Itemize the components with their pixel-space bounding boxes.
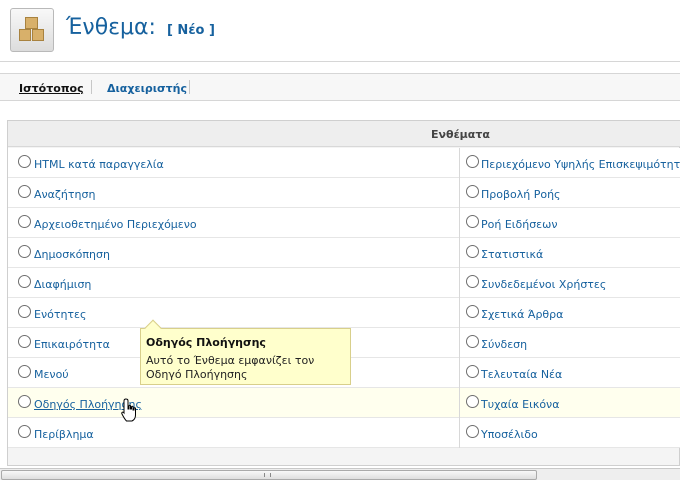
- radio-button[interactable]: [18, 425, 31, 438]
- radio-button[interactable]: [466, 425, 479, 438]
- radio-button[interactable]: [18, 185, 31, 198]
- tooltip-body: Αυτό το Ένθεμα εμφανίζει τον Οδηγό Πλοήγ…: [146, 354, 315, 381]
- radio-button[interactable]: [466, 305, 479, 318]
- radio-button[interactable]: [466, 395, 479, 408]
- module-option[interactable]: Τελευταία Νέα: [460, 358, 680, 388]
- module-row: Αναζήτηση Προβολή Ροής: [8, 178, 680, 208]
- module-label[interactable]: Διαφήμιση: [34, 278, 91, 291]
- tab-bar: Ιστότοπος Διαχειριστής: [0, 73, 680, 101]
- module-row-highlighted: Οδηγός Πλοήγησης Τυχαία Εικόνα: [8, 388, 680, 418]
- scrollbar-thumb[interactable]: [1, 470, 537, 480]
- radio-button[interactable]: [466, 185, 479, 198]
- radio-button[interactable]: [18, 215, 31, 228]
- module-label[interactable]: Αναζήτηση: [34, 188, 95, 201]
- module-manager-icon: [10, 8, 54, 52]
- module-option[interactable]: Ενότητες: [8, 298, 460, 328]
- module-option[interactable]: Περιεχόμενο Υψηλής Επισκεψιμότητας: [460, 148, 680, 178]
- radio-button[interactable]: [18, 275, 31, 288]
- radio-button[interactable]: [18, 395, 31, 408]
- radio-button[interactable]: [466, 215, 479, 228]
- module-option[interactable]: Τυχαία Εικόνα: [460, 388, 680, 418]
- module-label[interactable]: Αρχειοθετημένο Περιεχόμενο: [34, 218, 197, 231]
- radio-button[interactable]: [466, 245, 479, 258]
- module-row: HTML κατά παραγγελία Περιεχόμενο Υψηλής …: [8, 148, 680, 178]
- module-option[interactable]: HTML κατά παραγγελία: [8, 148, 460, 178]
- panel-header-title: Ενθέματα: [431, 128, 490, 141]
- module-option[interactable]: Σχετικά Άρθρα: [460, 298, 680, 328]
- hand-cursor-icon: [121, 398, 136, 422]
- tab-site[interactable]: Ιστότοπος: [19, 82, 84, 95]
- module-option[interactable]: Ροή Ειδήσεων: [460, 208, 680, 238]
- module-label[interactable]: Στατιστικά: [481, 248, 543, 261]
- module-option[interactable]: Δημοσκόπηση: [8, 238, 460, 268]
- page-title: Ένθεμα: [ Νέο ]: [66, 15, 215, 40]
- module-option[interactable]: Συνδεδεμένοι Χρήστες: [460, 268, 680, 298]
- radio-button[interactable]: [18, 245, 31, 258]
- radio-button[interactable]: [466, 155, 479, 168]
- module-label[interactable]: Ροή Ειδήσεων: [481, 218, 557, 231]
- module-label[interactable]: Προβολή Ροής: [481, 188, 561, 201]
- module-option[interactable]: Οδηγός Πλοήγησης: [8, 388, 460, 418]
- module-row: Διαφήμιση Συνδεδεμένοι Χρήστες: [8, 268, 680, 298]
- module-option[interactable]: Αναζήτηση: [8, 178, 460, 208]
- radio-button[interactable]: [18, 335, 31, 348]
- scrollbar-grip-icon: [264, 473, 271, 477]
- module-label[interactable]: Συνδεδεμένοι Χρήστες: [481, 278, 606, 291]
- horizontal-scrollbar[interactable]: [0, 468, 680, 480]
- module-label[interactable]: Τελευταία Νέα: [481, 368, 562, 381]
- module-row: Περίβλημα Υποσέλιδο: [8, 418, 680, 448]
- module-label[interactable]: Υποσέλιδο: [481, 428, 538, 441]
- module-label[interactable]: Τυχαία Εικόνα: [481, 398, 559, 411]
- radio-button[interactable]: [466, 275, 479, 288]
- module-label[interactable]: Επικαιρότητα: [34, 338, 110, 351]
- module-option[interactable]: Διαφήμιση: [8, 268, 460, 298]
- module-option[interactable]: Στατιστικά: [460, 238, 680, 268]
- module-option[interactable]: Περίβλημα: [8, 418, 460, 448]
- radio-button[interactable]: [18, 365, 31, 378]
- module-option[interactable]: Προβολή Ροής: [460, 178, 680, 208]
- radio-button[interactable]: [466, 365, 479, 378]
- tab-administrator[interactable]: Διαχειριστής: [107, 82, 187, 95]
- page-subtitle: [ Νέο ]: [166, 23, 215, 38]
- module-label[interactable]: Σύνδεση: [481, 338, 527, 351]
- module-tooltip: Οδηγός Πλοήγησης Αυτό το Ένθεμα εμφανίζε…: [140, 319, 351, 385]
- module-label[interactable]: Περιεχόμενο Υψηλής Επισκεψιμότητας: [481, 158, 680, 171]
- page-title-text: Ένθεμα:: [66, 15, 156, 40]
- module-row: Αρχειοθετημένο Περιεχόμενο Ροή Ειδήσεων: [8, 208, 680, 238]
- module-label[interactable]: Δημοσκόπηση: [34, 248, 110, 261]
- radio-button[interactable]: [466, 335, 479, 348]
- module-option[interactable]: Αρχειοθετημένο Περιεχόμενο: [8, 208, 460, 238]
- module-row: Δημοσκόπηση Στατιστικά: [8, 238, 680, 268]
- page-header: Ένθεμα: [ Νέο ]: [0, 0, 680, 62]
- tab-separator: [189, 80, 190, 94]
- module-label[interactable]: Περίβλημα: [34, 428, 94, 441]
- tab-separator: [91, 80, 92, 94]
- module-label[interactable]: HTML κατά παραγγελία: [34, 158, 164, 171]
- radio-button[interactable]: [18, 155, 31, 168]
- module-row: Ενότητες Σχετικά Άρθρα: [8, 298, 680, 328]
- radio-button[interactable]: [18, 305, 31, 318]
- modules-panel: Ενθέματα HTML κατά παραγγελία Περιεχόμεν…: [7, 120, 680, 466]
- module-label[interactable]: Μενού: [34, 368, 69, 381]
- module-option[interactable]: Υποσέλιδο: [460, 418, 680, 448]
- module-option[interactable]: Σύνδεση: [460, 328, 680, 358]
- tooltip-title: Οδηγός Πλοήγησης: [146, 336, 266, 349]
- panel-header: Ενθέματα: [8, 121, 680, 147]
- module-label[interactable]: Ενότητες: [34, 308, 86, 321]
- module-label[interactable]: Σχετικά Άρθρα: [481, 308, 563, 321]
